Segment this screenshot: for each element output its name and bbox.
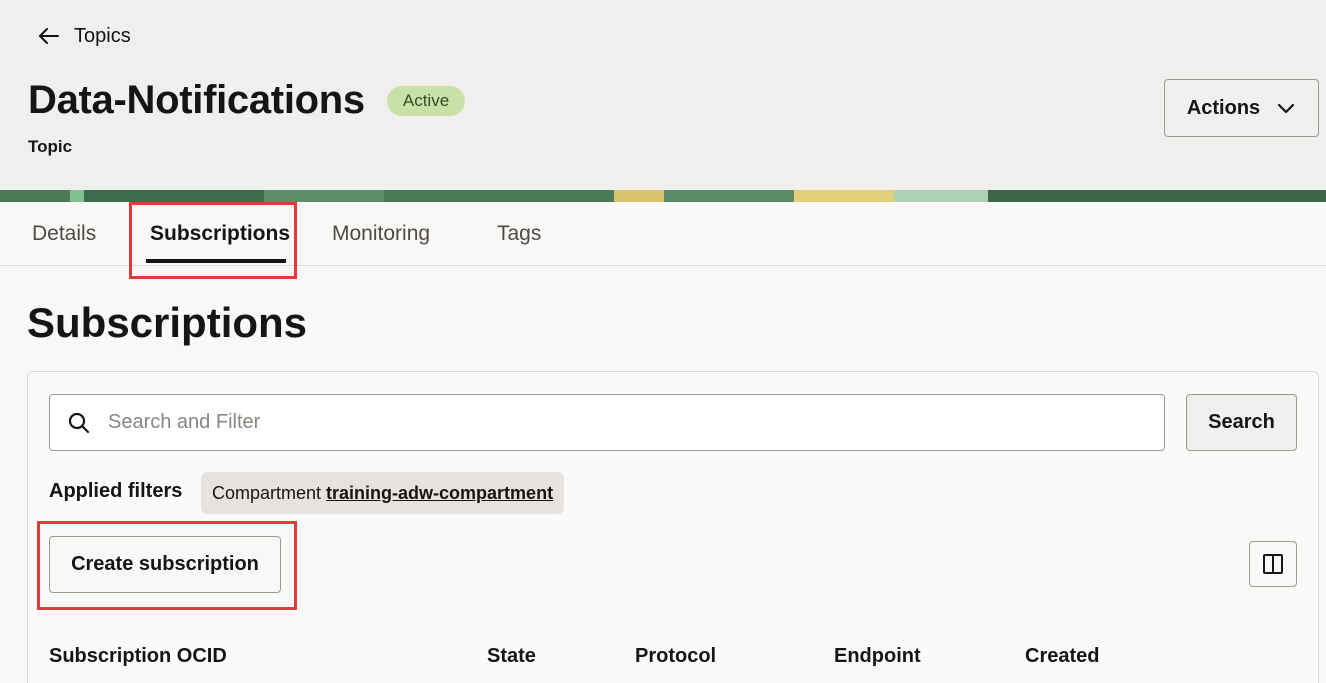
back-to-topics-link[interactable]: Topics xyxy=(36,20,131,52)
page-subtitle: Topic xyxy=(28,137,73,156)
search-icon xyxy=(68,412,90,433)
column-header-protocol[interactable]: Protocol xyxy=(635,645,716,668)
compartment-filter-chip: Compartment training-adw-compartment xyxy=(201,472,565,514)
tab-highlight-box xyxy=(129,202,297,279)
column-header-state[interactable]: State xyxy=(487,645,536,668)
section-heading: Subscriptions xyxy=(27,299,308,346)
tab-tags[interactable]: Tags xyxy=(497,202,541,266)
filter-chip-key: Compartment xyxy=(212,482,322,503)
manage-columns-button[interactable] xyxy=(1249,541,1297,587)
applied-filters-label: Applied filters xyxy=(49,480,183,502)
columns-icon xyxy=(1263,554,1283,574)
decorative-banner xyxy=(0,190,1326,202)
actions-button-label: Actions xyxy=(1186,96,1261,119)
title-row: Data-Notifications Active xyxy=(28,78,466,123)
actions-button[interactable]: Actions xyxy=(1164,79,1319,137)
arrow-left-icon xyxy=(39,28,59,44)
search-field[interactable] xyxy=(49,394,1165,451)
filter-chip-value-link[interactable]: training-adw-compartment xyxy=(326,483,553,504)
column-header-created[interactable]: Created xyxy=(1025,645,1099,668)
search-input[interactable] xyxy=(108,411,1108,434)
tab-monitoring[interactable]: Monitoring xyxy=(332,202,430,266)
create-button-highlight-box xyxy=(37,521,297,610)
column-header-endpoint[interactable]: Endpoint xyxy=(834,645,921,668)
search-button[interactable]: Search xyxy=(1186,394,1297,451)
page-title: Data-Notifications xyxy=(28,78,365,122)
page-header: Topics Data-Notifications Active Topic A… xyxy=(0,0,1326,190)
tab-details[interactable]: Details xyxy=(32,202,96,266)
column-header-subscription-ocid[interactable]: Subscription OCID xyxy=(49,645,227,668)
chevron-down-icon xyxy=(1278,103,1295,114)
back-link-label: Topics xyxy=(74,24,131,47)
status-badge: Active xyxy=(386,85,466,116)
